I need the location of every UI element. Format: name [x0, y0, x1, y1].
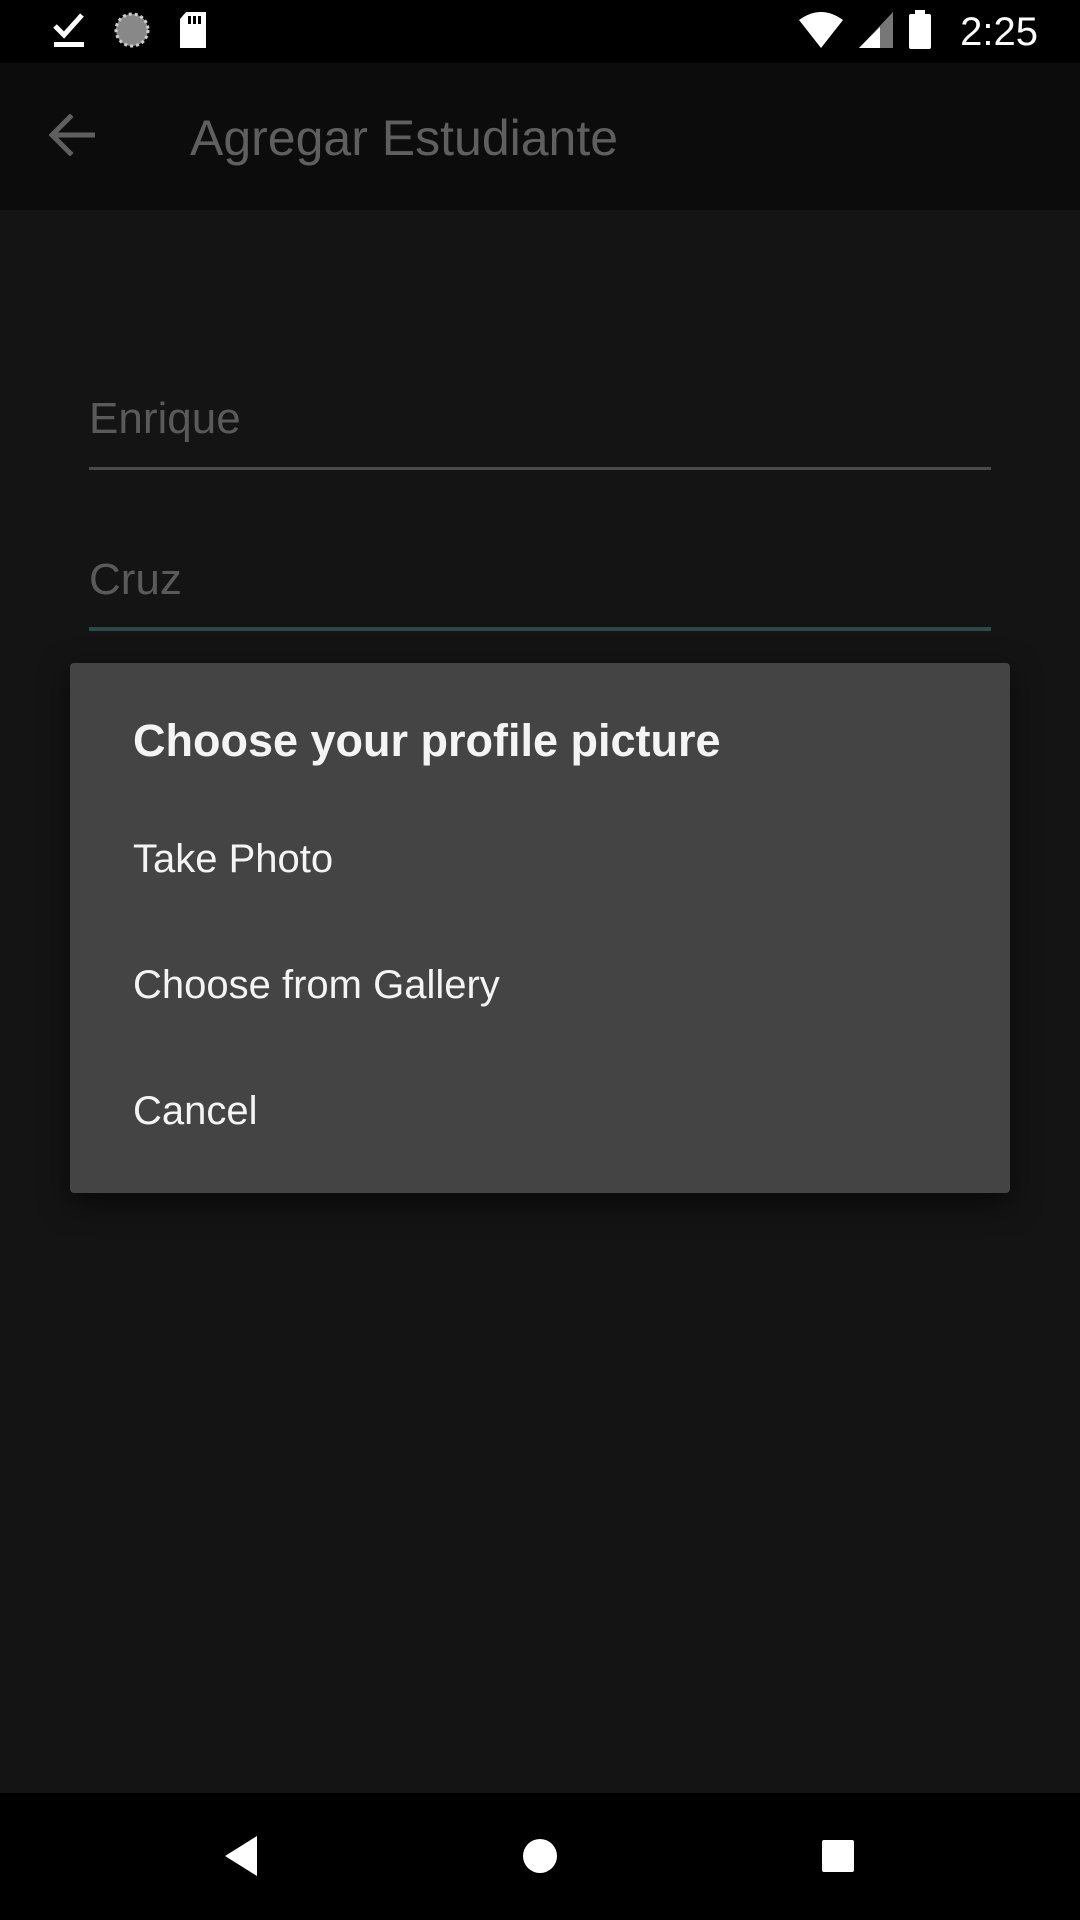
status-time: 2:25	[960, 9, 1038, 54]
first-name-field[interactable]: Enrique	[89, 380, 991, 470]
first-name-value: Enrique	[89, 394, 241, 443]
last-name-value: Cruz	[89, 555, 182, 604]
nav-recents-icon	[820, 1838, 856, 1879]
last-name-field[interactable]: Cruz	[89, 541, 991, 631]
nav-back-icon	[221, 1834, 261, 1883]
profile-picture-dialog: Choose your profile picture Take Photo C…	[70, 663, 1010, 1193]
sync-icon	[112, 10, 152, 55]
screen: 2:25 Agregar Estudiante Enrique Cruz Cho…	[0, 0, 1080, 1920]
navigation-bar	[0, 1793, 1080, 1920]
wifi-icon	[798, 11, 844, 54]
first-name-underline	[89, 467, 991, 470]
status-right: 2:25	[798, 9, 1038, 55]
battery-icon	[908, 9, 932, 55]
status-bar: 2:25	[0, 0, 1080, 63]
cell-signal-icon	[858, 11, 894, 54]
download-done-icon	[52, 11, 86, 54]
sd-card-icon	[178, 11, 208, 54]
choose-from-gallery-option[interactable]: Choose from Gallery	[70, 922, 1010, 1048]
app-bar: Agregar Estudiante	[0, 63, 1080, 210]
arrow-back-icon	[48, 112, 96, 161]
last-name-underline	[89, 627, 991, 631]
nav-recents-button[interactable]	[803, 1823, 873, 1893]
page-title: Agregar Estudiante	[190, 110, 619, 166]
cancel-option[interactable]: Cancel	[70, 1048, 1010, 1174]
dialog-title: Choose your profile picture	[133, 715, 721, 766]
nav-home-icon	[520, 1836, 560, 1881]
nav-home-button[interactable]	[505, 1823, 575, 1893]
take-photo-option[interactable]: Take Photo	[70, 796, 1010, 922]
back-button[interactable]	[42, 107, 102, 167]
nav-back-button[interactable]	[206, 1823, 276, 1893]
status-left	[52, 10, 208, 54]
